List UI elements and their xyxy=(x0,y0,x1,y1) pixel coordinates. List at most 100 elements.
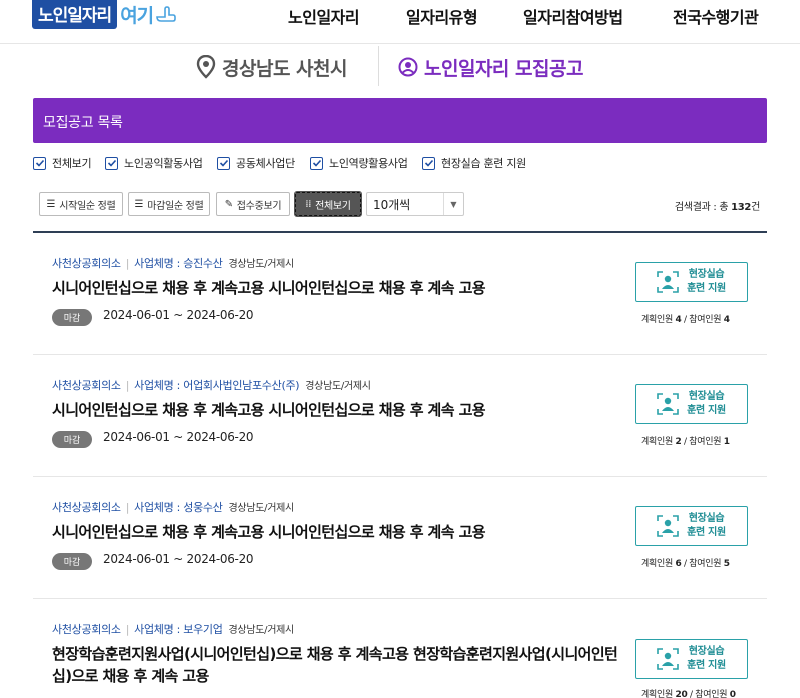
item-biz-prefix: 사업체명 : xyxy=(134,379,184,392)
list-item[interactable]: 사천상공회의소 | 사업체명 : 성웅수산 경상남도/거제시 시니어인턴십으로 채용 … xyxy=(33,477,767,599)
sort-by-end-button[interactable]: ☰ 마감일순 정렬 xyxy=(128,192,210,216)
item-title[interactable]: 현장학습훈련지원사업(시니어인턴십)으로 채용 후 계속고용 현장학습훈련지원사… xyxy=(52,643,632,687)
item-people: 계획인원 4 / 참여인원 4 xyxy=(641,312,730,325)
item-location: 경상남도/거제시 xyxy=(228,259,295,270)
site-header: 노인일자리 여기 노인일자리 일자리유형 일자리참여방법 전국수행기관 xyxy=(0,0,800,44)
join-count: 4 xyxy=(723,315,730,325)
trainee-icon xyxy=(657,515,679,537)
job-category-label: 노인일자리 모집공고 xyxy=(424,57,583,80)
item-location: 경상남도/거제시 xyxy=(305,381,371,392)
support-line2: 훈련 지원 xyxy=(687,283,726,294)
item-biz: 성웅수산 xyxy=(183,501,223,514)
field-training-button[interactable]: 현장실습훈련 지원 xyxy=(635,262,748,302)
plan-label: 계획인원 xyxy=(641,559,676,569)
list-icon: ☰ xyxy=(134,198,144,210)
region-label: 경상남도 사천시 xyxy=(222,57,347,80)
item-people: 계획인원 20 / 참여인원 0 xyxy=(641,687,736,698)
item-period: 2024-06-01 ~ 2024-06-20 xyxy=(103,430,254,444)
join-count: 1 xyxy=(723,437,730,447)
item-biz: 어업회사법인남포수산(주) xyxy=(183,379,300,392)
field-training-button[interactable]: 현장실습 훈련 지원 xyxy=(635,384,748,424)
nav-how-to-join[interactable]: 일자리참여방법 xyxy=(523,4,623,28)
filter-capability[interactable]: 노인역량활용사업 xyxy=(310,155,408,171)
item-org[interactable]: 사천상공회의소 xyxy=(52,501,121,514)
checkbox-checked-icon[interactable] xyxy=(105,156,118,170)
join-label: / 참여인원 xyxy=(681,437,724,447)
trainee-icon xyxy=(657,648,679,670)
item-meta: 사천상공회의소 | 사업체명 : 성웅수산 경상남도/거제시 xyxy=(52,501,295,514)
result-count-value: 132 xyxy=(731,202,752,213)
item-title[interactable]: 시니어인턴십으로 채용 후 계속고용 시니어인턴십으로 채용 후 계속 고용 xyxy=(52,521,632,543)
item-period: 2024-06-01 ~ 2024-06-20 xyxy=(103,308,254,322)
item-title[interactable]: 시니어인턴십으로 채용 후 계속고용 시니어인턴십으로 채용 후 계속 고용 xyxy=(52,277,632,299)
support-line1: 현장실습 xyxy=(688,391,725,402)
nav-senior-jobs[interactable]: 노인일자리 xyxy=(288,4,360,28)
item-biz: 승진수산 xyxy=(183,257,223,270)
list-title-bar: 모집공고 목록 xyxy=(33,98,767,143)
checkbox-checked-icon[interactable] xyxy=(33,156,46,170)
trainee-icon xyxy=(657,271,679,293)
checkbox-checked-icon[interactable] xyxy=(217,156,230,170)
support-line1: 현장실습 xyxy=(688,646,725,657)
item-period: 2024-06-01 ~ 2024-06-20 xyxy=(103,552,254,566)
item-meta: 사천상공회의소 | 사업체명 : 보우기업 경상남도/거제시 xyxy=(52,623,295,636)
item-location: 경상남도/거제시 xyxy=(228,503,295,514)
region-selector[interactable]: 경상남도 사천시 xyxy=(196,52,347,82)
pointing-hand-icon xyxy=(156,6,176,22)
filter-all[interactable]: 전체보기 xyxy=(33,155,92,171)
support-line1: 현장실습 xyxy=(688,269,725,280)
item-location: 경상남도/거제시 xyxy=(228,625,295,636)
item-org[interactable]: 사천상공회의소 xyxy=(52,379,121,392)
item-people: 계획인원 6 / 참여인원 5 xyxy=(641,556,730,569)
show-all-button[interactable]: ⁞⁞ 전체보기 xyxy=(294,191,362,217)
page-size-select[interactable]: 10개씩 ▼ xyxy=(366,192,464,216)
filter-public-service[interactable]: 노인공익활동사업 xyxy=(105,155,203,171)
plan-count: 20 xyxy=(675,690,688,698)
filter-label: 노인역량활용사업 xyxy=(329,157,408,170)
region-divider xyxy=(378,46,379,86)
show-open-label: 접수중보기 xyxy=(236,200,282,212)
filter-label: 현장실습 훈련 지원 xyxy=(441,157,526,170)
show-all-label: 전체보기 xyxy=(315,200,351,212)
plan-label: 계획인원 xyxy=(641,437,676,447)
join-label: / 참여인원 xyxy=(681,559,724,569)
support-line1: 현장실습 xyxy=(688,513,725,524)
join-count: 5 xyxy=(723,559,730,569)
result-count: 검색결과 : 총 132건 xyxy=(675,198,760,213)
field-training-button[interactable]: 현장실습훈련 지원 xyxy=(635,506,748,546)
user-circle-icon xyxy=(398,57,418,77)
filter-field-training[interactable]: 현장실습 훈련 지원 xyxy=(422,155,526,171)
site-logo[interactable]: 노인일자리 여기 xyxy=(32,0,177,29)
nav-job-types[interactable]: 일자리유형 xyxy=(406,4,478,28)
list-item[interactable]: 사천상공회의소 | 사업체명 : 보우기업 경상남도/거제시 현장학습훈련지원사업(시… xyxy=(33,599,767,698)
job-category[interactable]: 노인일자리 모집공고 xyxy=(398,52,583,82)
item-biz: 보우기업 xyxy=(183,623,223,636)
item-biz-prefix: 사업체명 : xyxy=(134,501,184,514)
result-count-suffix: 건 xyxy=(751,202,760,213)
sort-by-start-button[interactable]: ☰ 시작일순 정렬 xyxy=(39,192,123,216)
item-biz-prefix: 사업체명 : xyxy=(134,623,184,636)
result-count-prefix: 검색결과 : 총 xyxy=(674,202,732,213)
grid-icon: ⁞⁞ xyxy=(305,198,312,210)
show-open-button[interactable]: ✎ 접수중보기 xyxy=(216,192,290,216)
checkbox-checked-icon[interactable] xyxy=(422,156,435,170)
list-item[interactable]: 사천상공회의소 | 사업체명 : 어업회사법인남포수산(주) 경상남도/거제시 시니어… xyxy=(33,355,767,477)
filter-label: 전체보기 xyxy=(52,157,92,170)
item-meta: 사천상공회의소 | 사업체명 : 어업회사법인남포수산(주) 경상남도/거제시 xyxy=(52,379,371,392)
status-badge: 마감 xyxy=(52,431,92,448)
status-badge: 마감 xyxy=(52,553,92,570)
item-title[interactable]: 시니어인턴십으로 채용 후 계속고용 시니어인턴십으로 채용 후 계속 고용 xyxy=(52,399,632,421)
checkbox-checked-icon[interactable] xyxy=(310,156,323,170)
item-org[interactable]: 사천상공회의소 xyxy=(52,257,121,270)
chevron-down-icon[interactable]: ▼ xyxy=(443,193,463,215)
plan-label: 계획인원 xyxy=(641,690,676,698)
filter-community[interactable]: 공동체사업단 xyxy=(217,155,295,171)
join-label: / 참여인원 xyxy=(687,690,730,698)
support-line2: 훈련 지원 xyxy=(687,527,726,538)
plan-label: 계획인원 xyxy=(641,315,676,325)
filter-label: 노인공익활동사업 xyxy=(124,157,203,170)
item-org[interactable]: 사천상공회의소 xyxy=(52,623,121,636)
field-training-button[interactable]: 현장실습 훈련 지원 xyxy=(635,639,748,679)
nav-agencies[interactable]: 전국수행기관 xyxy=(673,4,759,28)
list-item[interactable]: 사천상공회의소 | 사업체명 : 승진수산 경상남도/거제시 시니어인턴십으로 채용 … xyxy=(33,233,767,355)
